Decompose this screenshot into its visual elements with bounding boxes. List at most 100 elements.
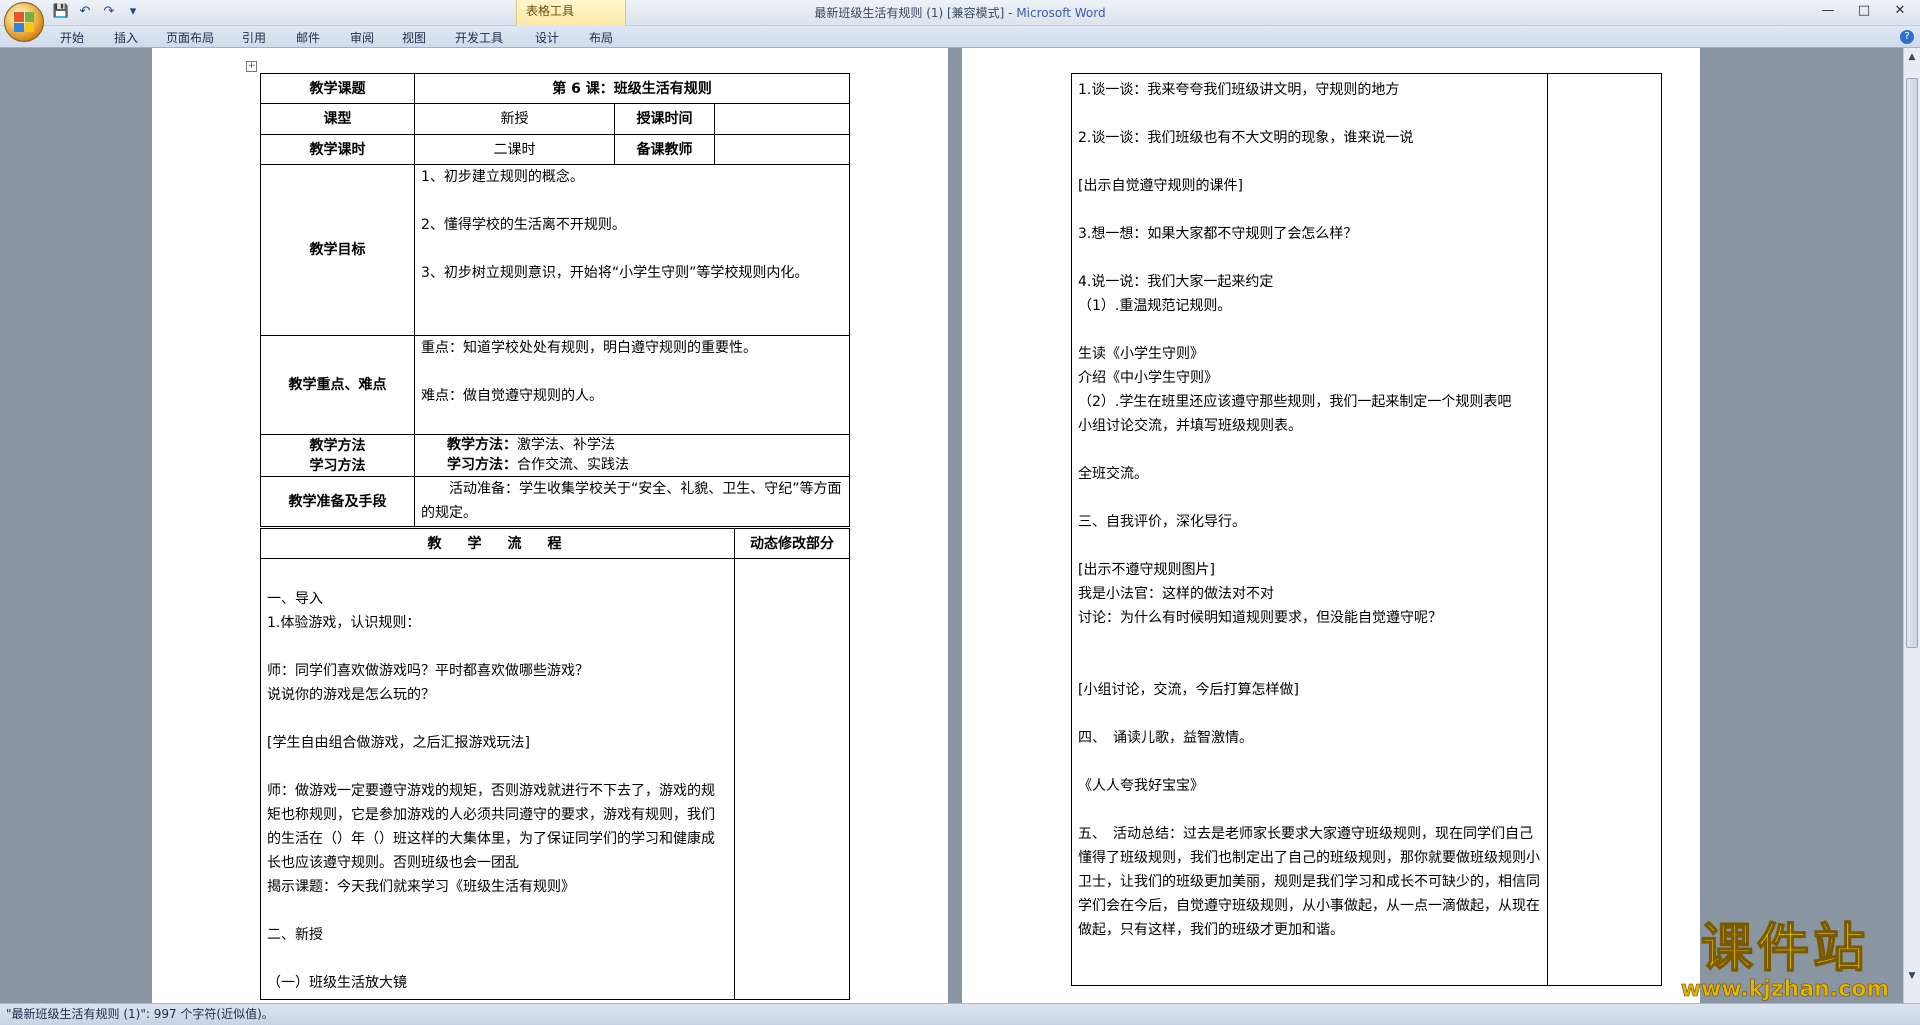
document-title: 最新班级生活有规则 (1) [兼容模式] - (814, 6, 1017, 20)
flow-line (267, 947, 728, 971)
help-icon[interactable]: ? (1900, 30, 1914, 44)
flow-line: （2）.学生在班里还应该遵守那些规则，我们一起来制定一个规则表吧 (1078, 394, 1512, 410)
teacher-label: 备课教师 (614, 134, 715, 165)
flow-line: 生读《小学生守则》 (1078, 346, 1204, 362)
goal-cell[interactable]: 1、初步建立规则的概念。 2、懂得学校的生活离不开规则。 3、初步树立规则意识，… (414, 164, 850, 336)
ribbon-tab-bar: 开始 插入 页面布局 引用 邮件 审阅 视图 开发工具 设计 布局 (0, 26, 1920, 48)
flow-line: 2.谈一谈：我们班级也有不大文明的现象，谁来说一说 (1078, 130, 1414, 146)
office-button[interactable] (4, 2, 44, 42)
flow-line (267, 563, 728, 587)
tab-home[interactable]: 开始 (60, 29, 84, 46)
method-label-cell: 教学方法 学习方法 (260, 434, 415, 477)
flow-line: [出示自觉遵守规则的课件] (1078, 178, 1243, 194)
app-name: Microsoft Word (1016, 6, 1106, 20)
watermark-url: www.kjzhan.com (1680, 977, 1890, 1002)
flow-table-continued: 1.谈一谈：我来夸夸我们班级讲文明，守规则的地方 2.谈一谈：我们班级也有不大文… (1071, 73, 1662, 986)
flow-line (1078, 702, 1541, 726)
flow-line (267, 755, 728, 779)
key-line (421, 360, 843, 384)
flow-line (267, 635, 728, 659)
flow-line (1078, 534, 1541, 558)
hours-value[interactable]: 二课时 (414, 134, 615, 165)
time-value[interactable] (714, 103, 850, 135)
window-controls: — □ ✕ (1814, 2, 1914, 20)
flow-line (1078, 750, 1541, 774)
teaching-method-value: 激学法、补学法 (517, 437, 615, 453)
flow-line: 4.说一说：我们大家一起来约定 (1078, 274, 1274, 290)
flow-line: 四、 诵读儿歌，益智激情。 (1078, 730, 1253, 746)
tab-mailings[interactable]: 邮件 (296, 29, 320, 46)
tab-layout[interactable]: 布局 (589, 29, 613, 46)
prep-text[interactable]: 活动准备：学生收集学校关于“安全、礼貌、卫生、守纪”等方面的规定。 (414, 476, 850, 527)
learning-method-label: 学习方法 (309, 457, 366, 474)
flow-line (1078, 246, 1541, 270)
scroll-down-icon[interactable]: ▼ (1905, 969, 1919, 983)
key-cell[interactable]: 重点：知道学校处处有规则，明白遵守规则的重要性。 难点：做自觉遵守规则的人。 (414, 335, 850, 435)
type-label: 课型 (260, 103, 415, 135)
flow-line: 1.体验游戏，认识规则： (267, 615, 421, 631)
revision-cell[interactable] (734, 558, 850, 1000)
method-cell[interactable]: 教学方法：激学法、补学法 学习方法：合作交流、实践法 (414, 434, 850, 477)
key-line: 难点：做自觉遵守规则的人。 (421, 388, 603, 404)
prep-label: 教学准备及手段 (260, 476, 415, 527)
teaching-method-key: 教学方法： (447, 437, 517, 453)
scroll-up-icon[interactable]: ▲ (1905, 50, 1919, 64)
tab-design[interactable]: 设计 (535, 29, 559, 46)
time-label: 授课时间 (614, 103, 715, 135)
flow-line (1078, 198, 1541, 222)
tab-developer[interactable]: 开发工具 (455, 29, 503, 46)
flow-line: （1）.重温规范记规则。 (1078, 298, 1232, 314)
flow-line (1078, 318, 1541, 342)
key-label: 教学重点、难点 (260, 335, 415, 435)
scrollbar-thumb[interactable] (1906, 78, 1918, 648)
flow-line: [小组讨论，交流，今后打算怎样做] (1078, 682, 1299, 698)
close-icon[interactable]: ✕ (1886, 2, 1914, 20)
flow-line: （一）班级生活放大镜 (267, 975, 407, 991)
topic-label: 教学课题 (260, 73, 415, 104)
tab-references[interactable]: 引用 (242, 29, 266, 46)
learning-method-key: 学习方法： (447, 457, 517, 473)
flow-cell-continued[interactable]: 1.谈一谈：我来夸夸我们班级讲文明，守规则的地方 2.谈一谈：我们班级也有不大文… (1071, 73, 1548, 986)
learning-method-line: 学习方法：合作交流、实践法 (447, 455, 843, 475)
flow-line: 1.谈一谈：我来夸夸我们班级讲文明，守规则的地方 (1078, 82, 1400, 98)
flow-table: 教 学 流 程 动态修改部分 一、导入 1.体验游戏，认识规则： 师：同学们喜欢… (260, 528, 850, 1000)
goal-label: 教学目标 (260, 164, 415, 336)
flow-line: 师：做游戏一定要遵守游戏的规矩，否则游戏就进行不下去了，游戏的规矩也称规则，它是… (267, 783, 715, 871)
flow-line: 五、 活动总结：过去是老师家长要求大家遵守班级规则，现在同学们自己懂得了班级规则… (1078, 826, 1540, 938)
tab-view[interactable]: 视图 (402, 29, 426, 46)
flow-line (1078, 438, 1541, 462)
hours-label: 教学课时 (260, 134, 415, 165)
topic-value[interactable]: 第 6 课：班级生活有规则 (414, 73, 850, 104)
vertical-scrollbar[interactable]: ▲ ▼ (1903, 48, 1920, 1003)
flow-line: 说说你的游戏是怎么玩的？ (267, 687, 435, 703)
flow-line: [出示不遵守规则图片] (1078, 562, 1215, 578)
flow-line (267, 899, 728, 923)
flow-line (1078, 102, 1541, 126)
flow-line: 3.想一想：如果大家都不守规则了会怎么样？ (1078, 226, 1358, 242)
teacher-value[interactable] (714, 134, 850, 165)
revision-cell-continued[interactable] (1547, 73, 1662, 986)
flow-line: 讨论：为什么有时候明知道规则要求，但没能自觉遵守呢？ (1078, 610, 1442, 626)
goal-line (421, 189, 843, 213)
tab-insert[interactable]: 插入 (114, 29, 138, 46)
tab-review[interactable]: 审阅 (350, 29, 374, 46)
goal-line: 3、初步树立规则意识，开始将“小学生守则”等学校规则内化。 (421, 265, 809, 281)
minimize-icon[interactable]: — (1814, 2, 1842, 20)
key-line: 重点：知道学校处处有规则，明白遵守规则的重要性。 (421, 340, 757, 356)
flow-line (1078, 798, 1541, 822)
office-logo-icon (14, 12, 34, 32)
table-move-handle-icon[interactable]: + (246, 61, 257, 72)
flow-header: 教 学 流 程 (260, 528, 735, 559)
flow-cell[interactable]: 一、导入 1.体验游戏，认识规则： 师：同学们喜欢做游戏吗？平时都喜欢做哪些游戏… (260, 558, 735, 1000)
flow-line (1078, 630, 1541, 654)
goal-line: 2、懂得学校的生活离不开规则。 (421, 217, 626, 233)
teaching-method-label: 教学方法 (309, 437, 366, 454)
watermark-title: 课件站 (1700, 919, 1869, 979)
type-value[interactable]: 新授 (414, 103, 615, 135)
flow-line: 我是小法官：这样的做法对不对 (1078, 586, 1274, 602)
maximize-icon[interactable]: □ (1850, 2, 1878, 20)
flow-line: [学生自由组合做游戏，之后汇报游戏玩法] (267, 735, 530, 751)
flow-line: 师：同学们喜欢做游戏吗？平时都喜欢做哪些游戏？ (267, 663, 589, 679)
flow-line: 小组讨论交流，并填写班级规则表。 (1078, 418, 1302, 434)
tab-page-layout[interactable]: 页面布局 (166, 29, 214, 46)
